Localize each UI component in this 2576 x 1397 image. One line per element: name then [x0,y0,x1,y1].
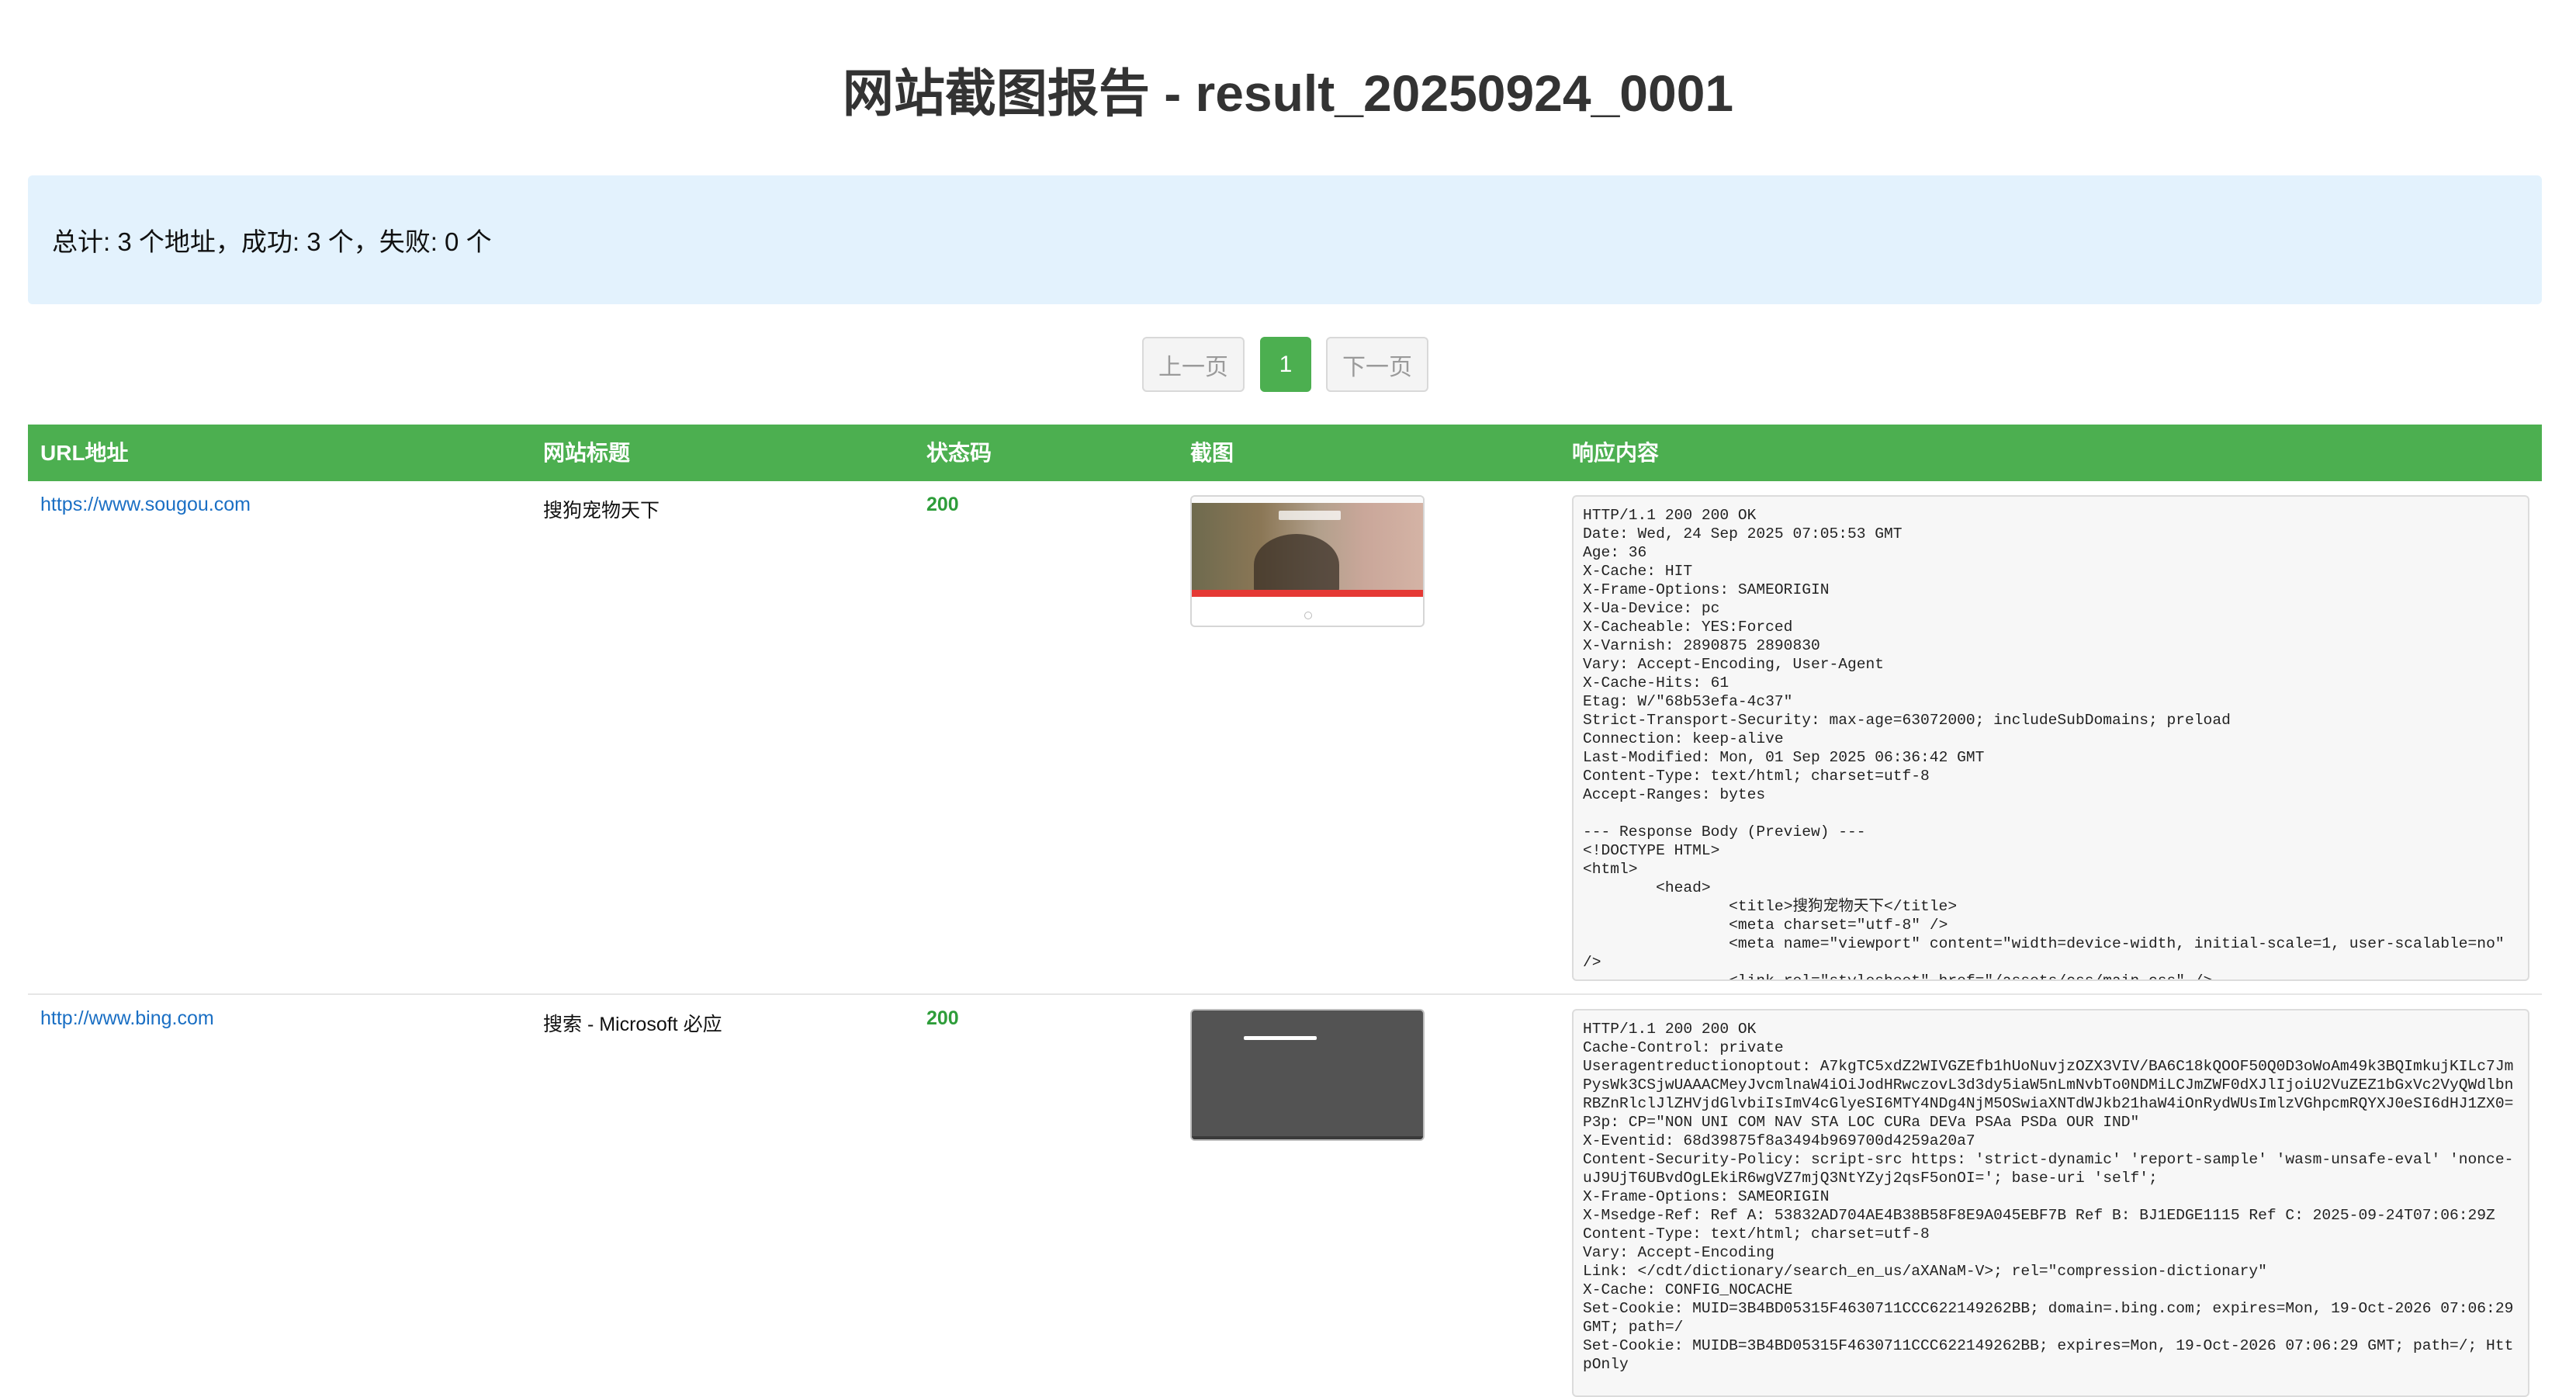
header-url: URL地址 [40,441,129,465]
url-link[interactable]: http://www.bing.com [40,1007,214,1030]
thumbnail-line [1244,1036,1317,1040]
response-content[interactable]: HTTP/1.1 200 200 OK Date: Wed, 24 Sep 20… [1572,495,2529,981]
thumbnail-bottom-bar [1192,1136,1423,1139]
screenshot-thumbnail[interactable] [1190,495,1425,627]
screenshot-thumbnail[interactable] [1190,1009,1425,1141]
header-title: 网站标题 [543,441,631,465]
table-row: http://www.bing.com 搜索 - Microsoft 必应 20… [28,995,2542,1397]
response-content[interactable]: HTTP/1.1 200 200 OK Cache-Control: priva… [1572,1009,2529,1397]
table-row: https://www.sougou.com 搜狗宠物天下 200 HTTP/1… [28,481,2542,995]
thumbnail-logo [1279,511,1341,520]
site-title: 搜索 - Microsoft 必应 [543,1014,722,1035]
table-header: URL地址 网站标题 状态码 截图 响应内容 [28,425,2542,481]
site-title: 搜狗宠物天下 [543,500,660,522]
next-page-button[interactable]: 下一页 [1326,337,1428,392]
url-link[interactable]: https://www.sougou.com [40,494,251,516]
header-response: 响应内容 [1572,441,1660,465]
thumbnail-red-bar [1192,590,1423,597]
header-screenshot: 截图 [1190,441,1234,465]
page-1-button[interactable]: 1 [1260,337,1311,392]
status-code: 200 [926,1007,959,1029]
prev-page-button[interactable]: 上一页 [1142,337,1245,392]
page-title: 网站截图报告 - result_20250924_0001 [842,64,1734,122]
thumbnail-dot [1304,612,1312,619]
summary-text: 总计: 3 个地址，成功: 3 个，失败: 0 个 [52,227,492,256]
header-status: 状态码 [926,441,992,465]
summary-panel: 总计: 3 个地址，成功: 3 个，失败: 0 个 [28,175,2542,304]
status-code: 200 [926,494,959,515]
